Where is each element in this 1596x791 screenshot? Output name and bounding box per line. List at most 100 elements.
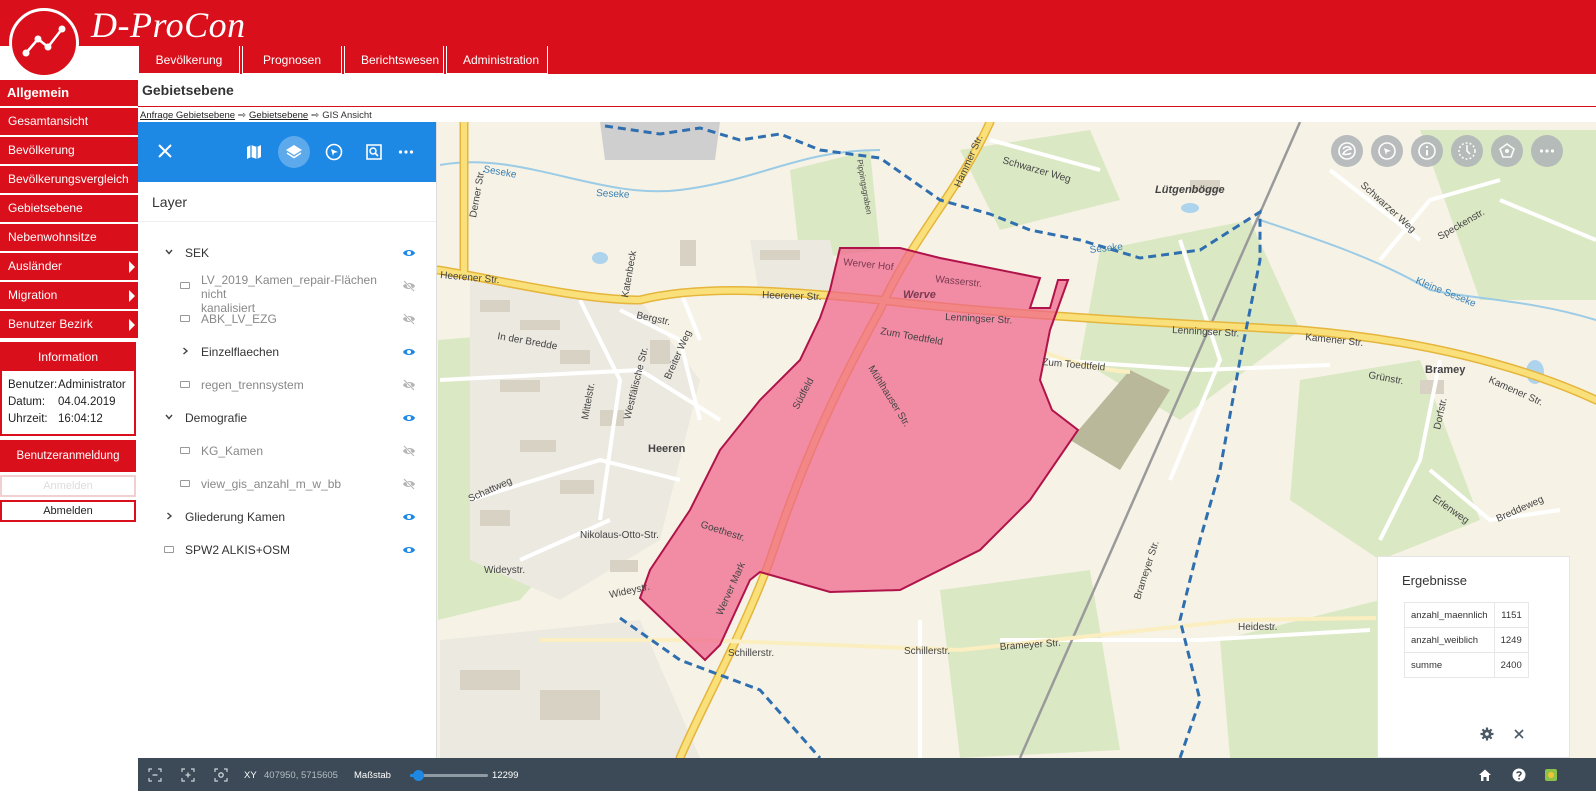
sidebar-item[interactable]: Benutzer Bezirk (0, 311, 138, 338)
layer-row[interactable]: Einzelflaechen (138, 339, 437, 365)
layer-label: Demografie (185, 411, 375, 425)
map-navigate-button[interactable] (1371, 135, 1403, 167)
compass-icon (325, 143, 343, 161)
layers-tool-button[interactable] (278, 136, 310, 168)
layer-label-text: Einzelflaechen (201, 345, 280, 359)
map-tool-button[interactable] (238, 136, 270, 168)
layer-row[interactable]: ABK_LV_EZG (138, 306, 437, 332)
measure-icon (1458, 142, 1476, 160)
layer-checkbox[interactable] (180, 447, 190, 454)
eye-icon[interactable] (402, 543, 416, 557)
layer-checkbox[interactable] (164, 546, 174, 553)
nav-item-bevoelkerung[interactable]: Bevölkerung (138, 46, 240, 74)
layer-row[interactable]: Gliederung Kamen (138, 504, 437, 530)
layer-row[interactable]: SPW2 ALKIS+OSM (138, 537, 437, 563)
layer-label-text: Gliederung Kamen (185, 510, 286, 524)
layer-row[interactable]: SEK (138, 240, 437, 266)
nav-item-administration[interactable]: Administration (446, 46, 548, 74)
more-tools-button[interactable] (390, 136, 422, 168)
zoom-out-icon[interactable] (148, 768, 162, 782)
eye-off-icon[interactable] (402, 477, 416, 491)
sidebar-item[interactable]: Bevölkerungsvergleich (0, 166, 138, 193)
layer-row[interactable]: Demografie (138, 405, 437, 431)
sidebar-item-label: Nebenwohnsitze (8, 230, 97, 244)
sidebar-item[interactable]: Nebenwohnsitze (0, 224, 138, 251)
app-logo[interactable] (9, 8, 79, 78)
eye-icon[interactable] (402, 510, 416, 524)
breadcrumb-current: GIS Ansicht (322, 110, 372, 121)
scale-slider[interactable] (410, 770, 488, 781)
eye-off-icon[interactable] (402, 312, 416, 326)
layer-row[interactable]: view_gis_anzahl_m_w_bb (138, 471, 437, 497)
eye-icon[interactable] (402, 345, 416, 359)
close-icon[interactable] (1512, 727, 1526, 741)
sidebar-item[interactable]: Gesamtansicht (0, 108, 138, 135)
info-icon (1418, 142, 1436, 160)
sidebar-item[interactable]: Ausländer (0, 253, 138, 280)
zoom-extent-icon[interactable] (214, 768, 228, 782)
search-tool-button[interactable] (358, 136, 390, 168)
map-label-wideystr: Wideystr. (484, 565, 525, 576)
chevron-right-icon[interactable] (180, 346, 190, 356)
sidebar-item-label: Ausländer (8, 259, 63, 273)
layer-label: view_gis_anzahl_m_w_bb (201, 477, 391, 491)
info-box: Information Benutzer:Administrator Datum… (0, 342, 136, 436)
eye-icon[interactable] (402, 411, 416, 425)
layer-panel: Layer SEK LV_2019_Kamen_repair-Flächen ni… (138, 122, 437, 758)
info-date-value: 04.04.2019 (58, 396, 116, 408)
eye-icon[interactable] (402, 246, 416, 260)
map-info-button[interactable] (1411, 135, 1443, 167)
login-title: Benutzeranmeldung (0, 440, 136, 472)
scale-slider-handle[interactable] (412, 770, 424, 781)
scale-value: 12299 (492, 770, 519, 781)
chevron-down-icon[interactable] (164, 247, 174, 257)
layer-label: SEK (185, 246, 375, 260)
sidebar-item-label: Migration (8, 288, 58, 302)
logout-button[interactable]: Abmelden (0, 500, 136, 522)
nav-item-prognosen[interactable]: Prognosen (242, 46, 342, 74)
breadcrumb-arrow-icon: ⇨ (311, 110, 320, 121)
app-status-icon[interactable] (1544, 768, 1558, 782)
map-label-kleine-seseke: Kleine Seseke (1414, 276, 1478, 310)
layer-label-text: regen_trennsystem (201, 378, 304, 392)
zoom-in-icon[interactable] (181, 768, 195, 782)
layer-row[interactable]: KG_Kamen (138, 438, 437, 464)
eye-off-icon[interactable] (402, 279, 416, 293)
breadcrumb-link-anfrage[interactable]: Anfrage Gebietsebene (140, 110, 235, 121)
help-icon[interactable] (1512, 768, 1526, 782)
map-measure-button[interactable] (1451, 135, 1483, 167)
map-draw-button[interactable] (1491, 135, 1523, 167)
layer-checkbox[interactable] (180, 315, 190, 322)
info-time-row: Uhrzeit: 16:04:12 (2, 411, 134, 428)
login-button[interactable]: Anmelden (0, 475, 136, 497)
breadcrumb-link-gebietsebene[interactable]: Gebietsebene (249, 110, 308, 121)
layer-row[interactable]: regen_trennsystem (138, 372, 437, 398)
sidebar-item[interactable]: Bevölkerung (0, 137, 138, 164)
map-basemap-button[interactable] (1331, 135, 1363, 167)
eye-off-icon[interactable] (402, 444, 416, 458)
map-label-werve: Werve (903, 289, 936, 301)
layer-checkbox[interactable] (180, 282, 190, 289)
nav-item-berichtswesen[interactable]: Berichtswesen (344, 46, 444, 74)
close-icon[interactable] (154, 140, 176, 162)
chevron-down-icon[interactable] (164, 412, 174, 422)
home-icon[interactable] (1478, 768, 1492, 782)
map-label-schillerstr-2: Schillerstr. (904, 646, 950, 657)
layer-row[interactable]: LV_2019_Kamen_repair-Flächen nicht kanali… (138, 273, 437, 315)
gear-icon[interactable] (1480, 727, 1494, 741)
layer-label: regen_trennsystem (201, 378, 391, 392)
eye-off-icon[interactable] (402, 378, 416, 392)
sidebar-item[interactable]: Gebietsebene (0, 195, 138, 222)
navigate-tool-button[interactable] (318, 136, 350, 168)
chevron-right-icon[interactable] (164, 511, 174, 521)
map-more-button[interactable] (1531, 135, 1563, 167)
layer-checkbox[interactable] (180, 381, 190, 388)
sidebar-item[interactable]: Migration (0, 282, 138, 309)
map-label-bramey: Bramey (1425, 364, 1466, 376)
sidebar-item-label: Bevölkerung (8, 143, 75, 157)
layer-label: ABK_LV_EZG (201, 312, 391, 326)
layer-checkbox[interactable] (180, 480, 190, 487)
table-row: anzahl_maennlich 1151 (1404, 602, 1529, 628)
layer-label: Einzelflaechen (201, 345, 391, 359)
compass-icon (1378, 142, 1396, 160)
